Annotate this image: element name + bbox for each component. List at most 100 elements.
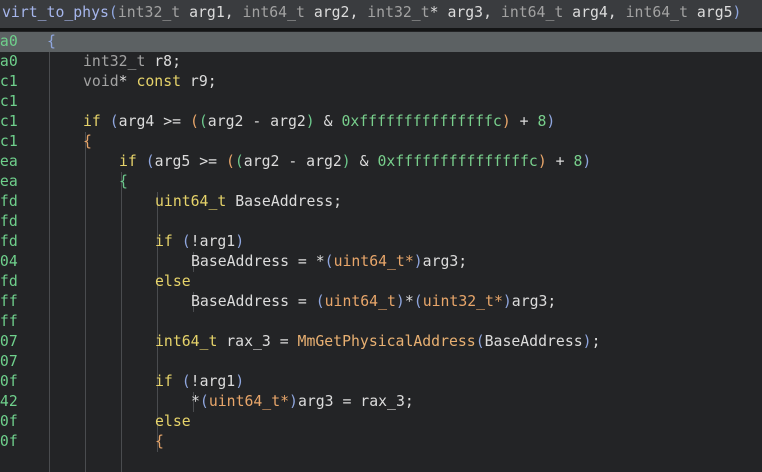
- code-token[interactable]: +: [547, 153, 574, 170]
- code-token[interactable]: int64_t: [501, 4, 563, 21]
- code-token[interactable]: *: [405, 293, 414, 310]
- code-token[interactable]: (: [476, 333, 485, 350]
- line-address[interactable]: 0a0: [0, 52, 18, 72]
- code-token[interactable]: 0xfffffffffffffffc: [341, 113, 501, 130]
- code-token[interactable]: ): [306, 113, 315, 130]
- decompiler-code-view[interactable]: 0a0{0a0int32_t r8;0c1void* const r9;0c10…: [0, 31, 762, 472]
- code-token[interactable]: else: [155, 273, 191, 290]
- code-token[interactable]: [101, 113, 110, 130]
- code-token[interactable]: ): [235, 233, 244, 250]
- code-token[interactable]: virt_to_phys: [2, 4, 109, 21]
- code-token[interactable]: (: [325, 253, 334, 270]
- code-line[interactable]: 00f {: [0, 432, 762, 452]
- code-token[interactable]: (: [109, 4, 118, 21]
- code-token[interactable]: ): [538, 153, 547, 170]
- code-line[interactable]: 0fd uint64_t BaseAddress;: [0, 192, 762, 212]
- code-line[interactable]: 0a0 int32_t r8;: [0, 52, 762, 72]
- line-address[interactable]: 00f: [0, 412, 18, 432]
- code-token[interactable]: arg2,: [305, 4, 367, 21]
- code-line[interactable]: 00f else: [0, 412, 762, 432]
- code-token[interactable]: uint32_t*: [423, 293, 503, 310]
- code-token[interactable]: {: [83, 133, 92, 150]
- code-token[interactable]: ;: [592, 333, 601, 350]
- line-address[interactable]: 0fd: [0, 192, 18, 212]
- code-token[interactable]: *: [191, 393, 200, 410]
- code-token[interactable]: arg3 = rax_3;: [298, 393, 414, 410]
- code-token[interactable]: int32_t: [83, 53, 145, 70]
- line-address[interactable]: 00f: [0, 432, 18, 452]
- code-token[interactable]: arg2 - arg2: [208, 113, 306, 130]
- code-line[interactable]: 0fd: [0, 212, 762, 232]
- code-line[interactable]: 0fd if (!arg1): [0, 232, 762, 252]
- line-address[interactable]: 0ff: [0, 292, 18, 312]
- code-token[interactable]: if: [83, 113, 101, 130]
- code-token[interactable]: (: [316, 293, 325, 310]
- code-token[interactable]: r8;: [145, 53, 181, 70]
- line-address[interactable]: 0ea: [0, 172, 18, 192]
- line-address[interactable]: 0c1: [0, 132, 18, 152]
- code-line[interactable]: 0ff: [0, 312, 762, 332]
- code-token[interactable]: (: [110, 113, 119, 130]
- code-token[interactable]: void: [83, 73, 119, 90]
- code-token[interactable]: [137, 153, 146, 170]
- code-line[interactable]: 007 int64_t rax_3 = MmGetPhysicalAddress(…: [0, 332, 762, 352]
- line-address[interactable]: 0a0: [0, 32, 18, 52]
- code-token[interactable]: (: [200, 393, 209, 410]
- code-token[interactable]: ): [289, 393, 298, 410]
- code-token[interactable]: BaseAddress =: [191, 293, 316, 310]
- code-token[interactable]: ): [396, 293, 405, 310]
- code-line[interactable]: 007: [0, 352, 762, 372]
- code-line[interactable]: 0eaif (arg5 >= ((arg2 - arg2) & 0xffffff…: [0, 152, 762, 172]
- code-token[interactable]: BaseAddress: [485, 333, 583, 350]
- code-token[interactable]: arg5: [688, 4, 733, 21]
- line-address[interactable]: 007: [0, 332, 18, 352]
- code-token[interactable]: !arg1: [191, 233, 236, 250]
- code-token[interactable]: MmGetPhysicalAddress: [298, 333, 476, 350]
- line-address[interactable]: 00f: [0, 372, 18, 392]
- code-line[interactable]: 0c1if (arg4 >= ((arg2 - arg2) & 0xffffff…: [0, 112, 762, 132]
- code-token[interactable]: * arg3,: [430, 4, 501, 21]
- code-token[interactable]: if: [119, 153, 137, 170]
- line-address[interactable]: 0ea: [0, 152, 18, 172]
- code-token[interactable]: [173, 233, 182, 250]
- code-token[interactable]: {: [155, 433, 164, 450]
- line-address[interactable]: 007: [0, 352, 18, 372]
- code-token[interactable]: +: [511, 113, 538, 130]
- code-token[interactable]: arg2 - arg2: [244, 153, 342, 170]
- code-token[interactable]: else: [155, 413, 191, 430]
- code-line[interactable]: 0ffBaseAddress = (uint64_t)*(uint32_t*)a…: [0, 292, 762, 312]
- code-token[interactable]: r9;: [181, 73, 217, 90]
- function-signature[interactable]: virt_to_phys(int32_t arg1, int64_t arg2,…: [2, 0, 741, 26]
- code-token[interactable]: ): [235, 373, 244, 390]
- code-token[interactable]: (: [199, 113, 208, 130]
- code-token[interactable]: (: [190, 113, 199, 130]
- code-token[interactable]: int64_t: [243, 4, 305, 21]
- code-line[interactable]: 0fd else: [0, 272, 762, 292]
- code-token[interactable]: if: [155, 233, 173, 250]
- code-token[interactable]: arg4,: [563, 4, 625, 21]
- code-line[interactable]: 0ea {: [0, 172, 762, 192]
- code-token[interactable]: int64_t: [155, 333, 217, 350]
- code-token[interactable]: (: [414, 293, 423, 310]
- code-token[interactable]: (: [235, 153, 244, 170]
- code-token[interactable]: int64_t: [626, 4, 688, 21]
- code-token[interactable]: ): [503, 293, 512, 310]
- line-address[interactable]: 0fd: [0, 232, 18, 252]
- code-token[interactable]: uint64_t: [325, 293, 396, 310]
- code-token[interactable]: &: [315, 113, 342, 130]
- line-address[interactable]: 0c1: [0, 92, 18, 112]
- code-token[interactable]: (: [182, 233, 191, 250]
- code-token[interactable]: BaseAddress = *: [191, 253, 325, 270]
- code-token[interactable]: BaseAddress;: [226, 193, 342, 210]
- code-token[interactable]: ): [546, 113, 555, 130]
- line-address[interactable]: 0ff: [0, 312, 18, 332]
- code-line[interactable]: 00f if (!arg1): [0, 372, 762, 392]
- code-token[interactable]: (: [182, 373, 191, 390]
- line-address[interactable]: 042: [0, 392, 18, 412]
- code-token[interactable]: arg4 >=: [119, 113, 190, 130]
- code-token[interactable]: uint64_t*: [209, 393, 289, 410]
- code-token[interactable]: arg3;: [512, 293, 557, 310]
- code-line[interactable]: 0a0 {: [0, 32, 762, 52]
- code-token[interactable]: const: [136, 73, 181, 90]
- code-token[interactable]: uint64_t: [155, 193, 226, 210]
